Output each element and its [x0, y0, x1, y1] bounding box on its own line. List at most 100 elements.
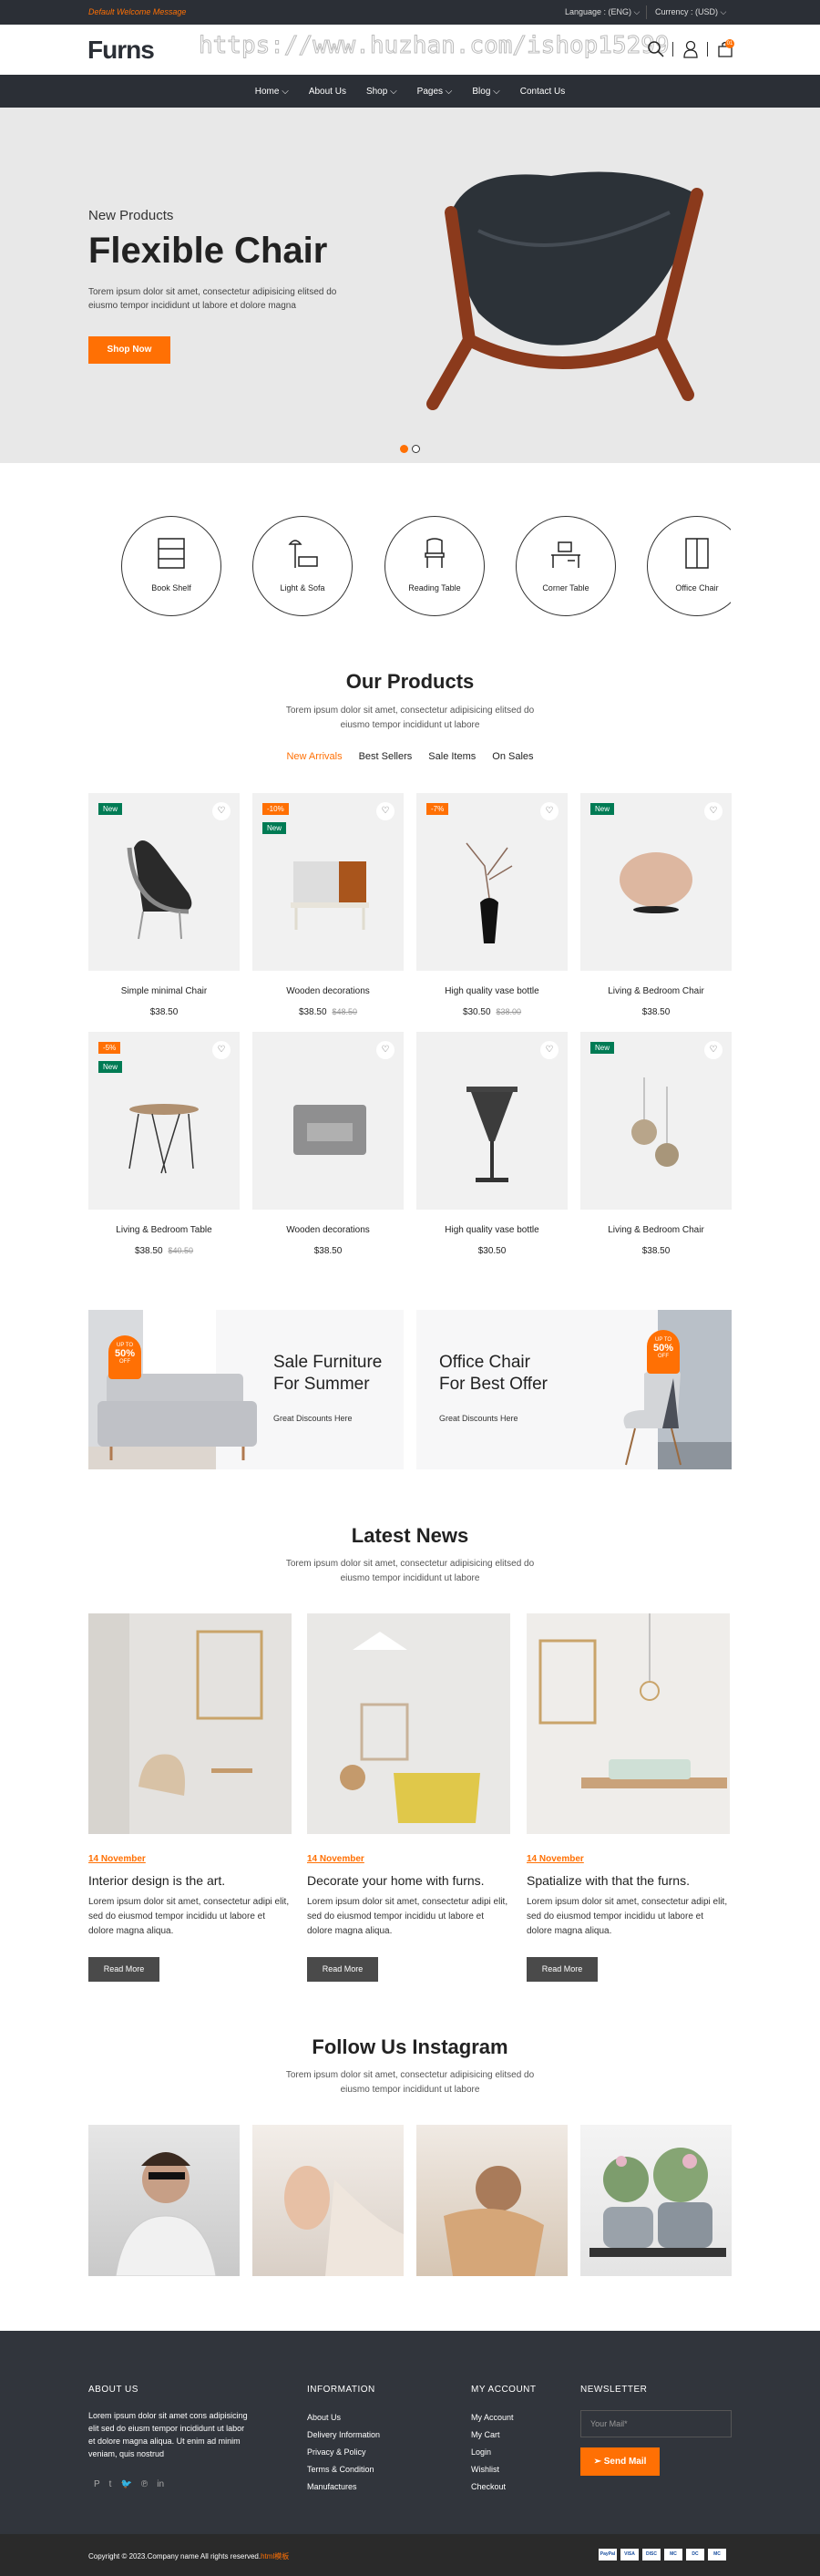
category-book-shelf[interactable]: Book Shelf	[121, 516, 221, 616]
nav-contact[interactable]: Contact Us	[520, 87, 565, 97]
product-card[interactable]: -7% ♡	[416, 793, 568, 971]
footer-link[interactable]: My Cart	[471, 2427, 514, 2444]
old-price: $48.50	[332, 1007, 358, 1016]
footer-info-title: INFORMATION	[307, 2385, 375, 2395]
shop-now-button[interactable]: Shop Now	[88, 336, 170, 364]
language-selector[interactable]: Language : (ENG) ⌵	[565, 7, 640, 17]
read-more-button[interactable]: Read More	[307, 1957, 378, 1982]
product-card[interactable]: New ♡	[580, 793, 732, 971]
footer-link[interactable]: Privacy & Policy	[307, 2444, 380, 2461]
footer-link[interactable]: Manufactures	[307, 2478, 380, 2496]
search-icon[interactable]	[647, 40, 665, 58]
news-title[interactable]: Decorate your home with furns.	[307, 1873, 485, 1888]
footer-link[interactable]: Login	[471, 2444, 514, 2461]
news-description: Torem ipsum dolor sit amet, consectetur …	[285, 1559, 535, 1583]
footer-link[interactable]: Checkout	[471, 2478, 514, 2496]
news-image[interactable]	[307, 1613, 510, 1834]
plants-photo	[589, 2148, 726, 2257]
nav-blog[interactable]: Blog ⌵	[472, 87, 499, 97]
instagram-photo[interactable]	[252, 2125, 404, 2276]
instagram-photo[interactable]	[88, 2125, 240, 2276]
wishlist-heart-icon[interactable]: ♡	[704, 802, 723, 820]
new-badge: New	[98, 1061, 123, 1073]
product-name[interactable]: High quality vase bottle	[416, 1225, 568, 1235]
tab-sale-items[interactable]: Sale Items	[428, 751, 476, 762]
category-light-sofa[interactable]: Light & Sofa	[252, 516, 353, 616]
footer-newsletter-title: NEWSLETTER	[580, 2385, 648, 2395]
slider-dot-active[interactable]	[400, 445, 408, 453]
product-price: $38.50	[149, 1007, 179, 1017]
footer-link[interactable]: My Account	[471, 2409, 514, 2427]
send-mail-button[interactable]: ➢ Send Mail	[580, 2447, 660, 2476]
tab-new-arrivals[interactable]: New Arrivals	[286, 751, 342, 762]
banner-sale-furniture[interactable]: UP TO 50% OFF Sale Furniture For Summer Gre…	[88, 1310, 404, 1469]
linkedin-icon[interactable]: in	[157, 2479, 164, 2489]
news-image[interactable]	[527, 1613, 730, 1834]
tab-best-sellers[interactable]: Best Sellers	[359, 751, 413, 762]
news-image[interactable]	[88, 1613, 292, 1834]
product-card[interactable]: -10% New ♡	[252, 793, 404, 971]
slider-dot[interactable]	[412, 445, 420, 453]
footer-link[interactable]: Terms & Condition	[307, 2461, 380, 2478]
product-name[interactable]: Simple minimal Chair	[88, 986, 240, 996]
read-more-button[interactable]: Read More	[527, 1957, 598, 1982]
instagram-photo[interactable]	[580, 2125, 732, 2276]
currency-selector[interactable]: Currency : (USD) ⌵	[655, 7, 726, 17]
product-card[interactable]: -5% New ♡	[88, 1032, 240, 1210]
logo[interactable]: Furns	[87, 36, 155, 65]
product-name[interactable]: Wooden decorations	[252, 986, 404, 996]
wishlist-heart-icon[interactable]: ♡	[540, 1041, 559, 1059]
products-description: Torem ipsum dolor sit amet, consectetur …	[285, 706, 535, 730]
new-badge: New	[262, 822, 287, 834]
cart-count-badge: 01	[725, 39, 734, 48]
wishlist-heart-icon[interactable]: ♡	[540, 802, 559, 820]
discover-icon: DISC	[642, 2549, 661, 2561]
wishlist-heart-icon[interactable]: ♡	[376, 1041, 395, 1059]
category-corner-table[interactable]: Corner Table	[516, 516, 616, 616]
tab-on-sales[interactable]: On Sales	[492, 751, 533, 762]
category-reading-table[interactable]: Reading Table	[384, 516, 485, 616]
banner-office-chair[interactable]: UP TO 50% OFF Office Chair For Best Offer G…	[416, 1310, 732, 1469]
product-name[interactable]: Living & Bedroom Chair	[580, 1225, 732, 1235]
new-badge: New	[98, 803, 123, 815]
nav-about[interactable]: About Us	[309, 87, 346, 97]
news-date[interactable]: 14 November	[88, 1854, 146, 1864]
instagram-photo[interactable]	[416, 2125, 568, 2276]
pinterest-icon[interactable]: P	[94, 2479, 100, 2489]
banner-title: Sale Furniture For Summer	[273, 1353, 383, 1394]
product-name[interactable]: High quality vase bottle	[416, 986, 568, 996]
product-card[interactable]: ♡	[416, 1032, 568, 1210]
nav-shop[interactable]: Shop ⌵	[366, 87, 397, 97]
read-more-button[interactable]: Read More	[88, 1957, 159, 1982]
footer-link[interactable]: Wishlist	[471, 2461, 514, 2478]
news-date[interactable]: 14 November	[527, 1854, 584, 1864]
wishlist-heart-icon[interactable]: ♡	[704, 1041, 723, 1059]
twitter-icon[interactable]: 🐦	[120, 2479, 131, 2489]
nav-home[interactable]: Home ⌵	[255, 87, 289, 97]
news-title[interactable]: Interior design is the art.	[88, 1873, 225, 1888]
wishlist-heart-icon[interactable]: ♡	[212, 802, 231, 820]
product-name[interactable]: Living & Bedroom Table	[88, 1225, 240, 1235]
copyright-link[interactable]: html模板	[261, 2552, 289, 2561]
news-date[interactable]: 14 November	[307, 1854, 364, 1864]
product-image	[620, 852, 692, 913]
footer-link[interactable]: About Us	[307, 2409, 380, 2427]
news-title[interactable]: Spatialize with that the furns.	[527, 1873, 690, 1888]
wishlist-heart-icon[interactable]: ♡	[376, 802, 395, 820]
tumblr-icon[interactable]: t	[109, 2479, 112, 2489]
product-name[interactable]: Wooden decorations	[252, 1225, 404, 1235]
newsletter-email-input[interactable]: Your Mail*	[580, 2410, 732, 2437]
product-card[interactable]: New ♡	[88, 793, 240, 971]
pinterest-alt-icon[interactable]: ℗	[141, 2479, 148, 2489]
user-icon[interactable]	[682, 40, 700, 58]
product-name[interactable]: Living & Bedroom Chair	[580, 986, 732, 996]
wishlist-heart-icon[interactable]: ♡	[212, 1041, 231, 1059]
person-photo	[115, 2152, 217, 2276]
footer-bottom: Copyright © 2023.Company name All rights…	[0, 2534, 820, 2576]
nav-pages[interactable]: Pages ⌵	[417, 87, 453, 97]
hero-slider: New Products Flexible Chair Torem ipsum …	[0, 108, 820, 463]
product-card[interactable]: ♡	[252, 1032, 404, 1210]
product-card[interactable]: New ♡	[580, 1032, 732, 1210]
footer-link[interactable]: Delivery Information	[307, 2427, 380, 2444]
product-image	[127, 840, 192, 940]
